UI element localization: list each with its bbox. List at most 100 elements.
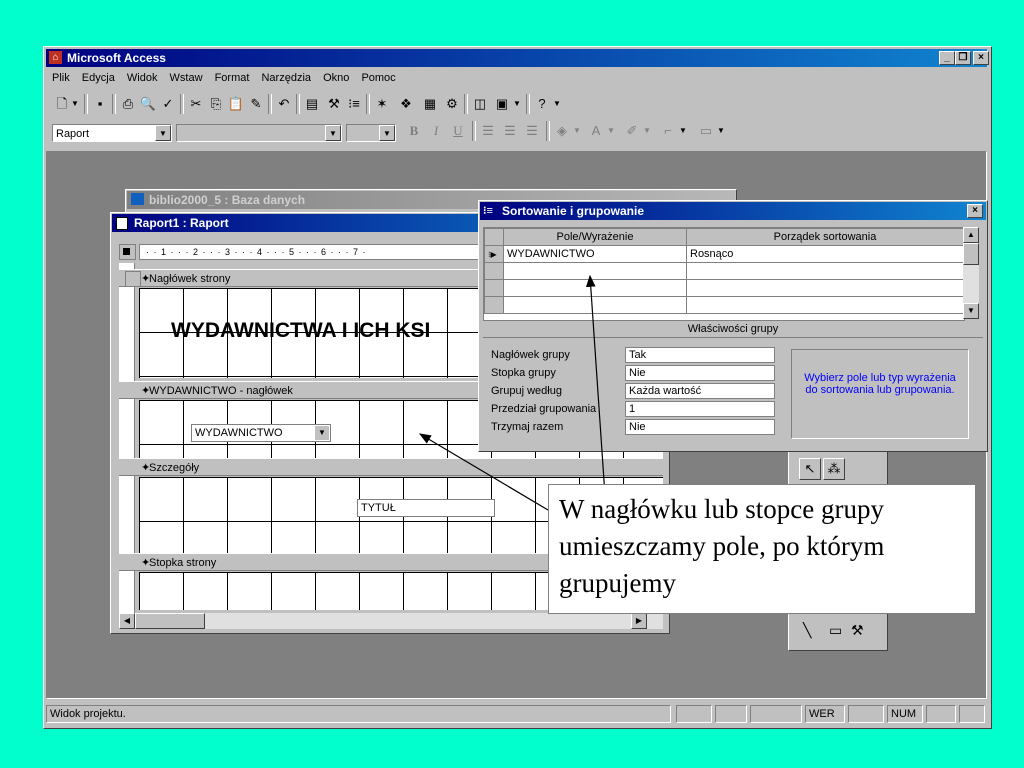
autoformat-icon[interactable]: ✶ bbox=[372, 94, 392, 114]
align-right-icon[interactable]: ☰ bbox=[522, 121, 542, 141]
menu-bar: Plik Edycja Widok Wstaw Format Narzędzia… bbox=[52, 72, 405, 84]
chevron-down-icon[interactable]: ▼ bbox=[552, 94, 562, 114]
undo-icon[interactable]: ↶ bbox=[274, 94, 294, 114]
status-panel bbox=[715, 705, 747, 723]
menu-pomoc[interactable]: Pomoc bbox=[361, 72, 395, 84]
align-center-icon[interactable]: ☰ bbox=[500, 121, 520, 141]
scroll-right-button[interactable]: ▶ bbox=[631, 613, 647, 629]
prop-label: Przedział grupowania bbox=[491, 403, 597, 415]
scroll-down-button[interactable]: ▼ bbox=[963, 303, 979, 319]
code-icon[interactable]: ❖ bbox=[396, 94, 416, 114]
chevron-down-icon[interactable]: ▼ bbox=[512, 94, 522, 114]
help-icon[interactable]: ? bbox=[532, 94, 552, 114]
print-icon[interactable]: ⎙ bbox=[118, 94, 138, 114]
print-preview-icon[interactable]: 🔍 bbox=[138, 94, 158, 114]
align-left-icon[interactable]: ☰ bbox=[478, 121, 498, 141]
special-effect-icon[interactable]: ▭ bbox=[696, 121, 716, 141]
sort-field-cell[interactable]: WYDAWNICTWO bbox=[503, 245, 687, 263]
status-bar: Widok projektu. WER NUM bbox=[46, 704, 987, 724]
scroll-thumb[interactable] bbox=[135, 613, 205, 629]
format-painter-icon[interactable]: ✎ bbox=[246, 94, 266, 114]
scroll-up-button[interactable]: ▲ bbox=[963, 227, 979, 243]
title-field[interactable]: TYTUŁ bbox=[357, 499, 495, 517]
scroll-thumb[interactable] bbox=[963, 243, 979, 265]
table-row[interactable] bbox=[484, 296, 964, 314]
restore-button[interactable]: ❐ bbox=[955, 51, 971, 65]
sorting-grouping-icon[interactable]: ⁝≡ bbox=[344, 94, 364, 114]
field-list-icon[interactable]: ▤ bbox=[302, 94, 322, 114]
select-objects-button[interactable]: ↖ bbox=[799, 458, 821, 480]
table-row[interactable] bbox=[484, 262, 964, 280]
close-button[interactable]: × bbox=[973, 51, 989, 65]
rectangle-tool-icon[interactable]: ▭ bbox=[829, 622, 842, 639]
hint-text: Wybierz pole lub typ wyrażenia do sortow… bbox=[804, 372, 956, 396]
sorting-grouping-dialog[interactable]: ⁝≡ Sortowanie i grupowanie × Pole/Wyraże… bbox=[478, 200, 988, 452]
chevron-down-icon[interactable]: ▼ bbox=[606, 121, 616, 141]
menu-edycja[interactable]: Edycja bbox=[82, 72, 115, 84]
font-combo[interactable]: ▼ bbox=[176, 124, 342, 142]
sort-grid-scrollbar[interactable]: ▲ ▼ bbox=[963, 227, 979, 319]
sorting-grouping-titlebar[interactable]: ⁝≡ Sortowanie i grupowanie × bbox=[480, 202, 986, 220]
app-titlebar[interactable]: ⌂ Microsoft Access _ ❐ × bbox=[46, 49, 989, 67]
font-color-icon[interactable]: A bbox=[586, 121, 606, 141]
copy-icon[interactable]: ⎘ bbox=[206, 94, 226, 114]
toolbox-icon[interactable]: ⚒ bbox=[324, 94, 344, 114]
prop-value-group-on[interactable]: Każda wartość bbox=[625, 383, 775, 399]
database-window-icon[interactable]: ◫ bbox=[470, 94, 490, 114]
chevron-down-icon[interactable]: ▼ bbox=[678, 121, 688, 141]
build-icon[interactable]: ⚙ bbox=[442, 94, 462, 114]
menu-narzedzia[interactable]: Narzędzia bbox=[261, 72, 311, 84]
properties-icon[interactable]: ▦ bbox=[420, 94, 440, 114]
chevron-down-icon[interactable]: ▼ bbox=[642, 121, 652, 141]
sorting-grouping-title: Sortowanie i grupowanie bbox=[502, 204, 645, 218]
save-icon[interactable]: ▪ bbox=[90, 94, 110, 114]
bold-button[interactable]: B bbox=[404, 121, 424, 141]
line-color-icon[interactable]: ✐ bbox=[622, 121, 642, 141]
prop-label: Trzymaj razem bbox=[491, 421, 564, 433]
more-controls-icon[interactable]: ⚒ bbox=[851, 622, 864, 639]
object-combo[interactable]: Raport ▼ bbox=[52, 124, 172, 142]
chevron-down-icon[interactable]: ▼ bbox=[325, 125, 341, 141]
menu-format[interactable]: Format bbox=[215, 72, 250, 84]
expand-icon: ✦ bbox=[141, 273, 151, 285]
scroll-left-button[interactable]: ◀ bbox=[119, 613, 135, 629]
paste-icon[interactable]: 📋 bbox=[226, 94, 246, 114]
menu-plik[interactable]: Plik bbox=[52, 72, 70, 84]
formatting-toolbar: Raport ▼ ▼ ▼ B I U ☰ ☰ ☰ ◈ ▼ A ▼ ✐ ▼ ⌐ ▼… bbox=[46, 121, 846, 145]
fill-color-icon[interactable]: ◈ bbox=[552, 121, 572, 141]
table-row[interactable] bbox=[484, 279, 964, 297]
prop-value-group-footer[interactable]: Nie bbox=[625, 365, 775, 381]
group-field-combo[interactable]: WYDAWNICTWO ▼ bbox=[191, 424, 331, 442]
section-marker-icon bbox=[125, 271, 141, 287]
table-row[interactable]: ⁝▶ WYDAWNICTWO Rosnąco bbox=[484, 245, 964, 263]
menu-okno[interactable]: Okno bbox=[323, 72, 349, 84]
menu-widok[interactable]: Widok bbox=[127, 72, 158, 84]
chevron-down-icon[interactable]: ▼ bbox=[70, 94, 80, 114]
new-object-icon[interactable]: ▣ bbox=[492, 94, 512, 114]
row-selector-icon[interactable]: ⁝▶ bbox=[484, 245, 504, 263]
view-icon[interactable]: 🗋 bbox=[52, 94, 72, 114]
chevron-down-icon[interactable]: ▼ bbox=[315, 426, 329, 440]
border-width-icon[interactable]: ⌐ bbox=[658, 121, 678, 141]
prop-value-keep-together[interactable]: Nie bbox=[625, 419, 775, 435]
chevron-down-icon[interactable]: ▼ bbox=[155, 125, 171, 141]
prop-value-group-interval[interactable]: 1 bbox=[625, 401, 775, 417]
sort-order-cell[interactable]: Rosnąco bbox=[686, 245, 964, 263]
font-size-combo[interactable]: ▼ bbox=[346, 124, 396, 142]
cut-icon[interactable]: ✂ bbox=[186, 94, 206, 114]
horizontal-scrollbar[interactable]: ◀ ▶ bbox=[119, 613, 663, 629]
spelling-icon[interactable]: ✓ bbox=[158, 94, 178, 114]
underline-button[interactable]: U bbox=[448, 121, 468, 141]
close-button[interactable]: × bbox=[967, 204, 983, 218]
chevron-down-icon[interactable]: ▼ bbox=[716, 121, 726, 141]
minimize-button[interactable]: _ bbox=[939, 51, 955, 65]
chevron-down-icon[interactable]: ▼ bbox=[572, 121, 582, 141]
chevron-down-icon[interactable]: ▼ bbox=[379, 125, 395, 141]
prop-value-group-header[interactable]: Tak bbox=[625, 347, 775, 363]
italic-button[interactable]: I bbox=[426, 121, 446, 141]
control-wizards-button[interactable]: ⁂ bbox=[823, 458, 845, 480]
report-select-box[interactable] bbox=[119, 244, 136, 260]
line-tool-icon[interactable]: ╲ bbox=[803, 622, 811, 639]
detail-bar[interactable]: ✦ Szczegóły bbox=[119, 458, 663, 476]
menu-wstaw[interactable]: Wstaw bbox=[170, 72, 203, 84]
